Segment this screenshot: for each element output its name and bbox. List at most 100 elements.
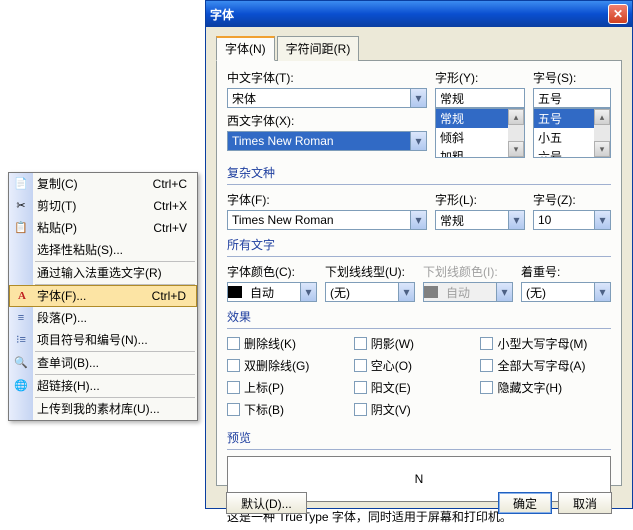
menu-label: 复制(C)	[37, 173, 78, 195]
scrollbar[interactable]: ▴▾	[508, 109, 524, 157]
scroll-up-icon[interactable]: ▴	[594, 109, 610, 125]
menu-hyperlink[interactable]: 🌐 超链接(H)...	[9, 375, 197, 397]
check-emboss[interactable]: 阳文(E)	[354, 379, 411, 396]
menu-font[interactable]: A 字体(F)... Ctrl+D	[9, 285, 197, 307]
all-text-group-title: 所有文字	[227, 236, 611, 253]
scroll-down-icon[interactable]: ▾	[508, 141, 524, 157]
check-label: 上标(P)	[244, 379, 284, 396]
menu-label: 字体(F)...	[37, 286, 86, 306]
tab-pane: 中文字体(T): 宋体▾ 西文字体(X): Times New Roman▾ 字…	[216, 61, 622, 486]
font-icon: A	[13, 287, 31, 305]
check-dstrike[interactable]: 双删除线(G)	[227, 357, 309, 374]
west-font-combo[interactable]: Times New Roman▾	[227, 131, 427, 151]
menu-cut[interactable]: ✂剪切(T)Ctrl+X	[9, 195, 197, 217]
scrollbar[interactable]: ▴▾	[594, 109, 610, 157]
menu-ime-reconvert[interactable]: 通过输入法重选文字(R)	[9, 262, 197, 284]
tab-font[interactable]: 字体(N)	[216, 36, 275, 61]
ok-button[interactable]: 确定	[498, 492, 552, 514]
menu-label: 超链接(H)...	[37, 375, 100, 397]
chevron-down-icon: ▾	[496, 283, 512, 301]
scroll-down-icon[interactable]: ▾	[594, 141, 610, 157]
group-separator	[227, 184, 611, 185]
checkbox-icon	[227, 403, 240, 416]
menu-paragraph[interactable]: ≡段落(P)...	[9, 307, 197, 329]
underline-combo[interactable]: (无)▾	[325, 282, 415, 302]
check-subscript[interactable]: 下标(B)	[227, 401, 284, 418]
font-color-label: 字体颜色(C):	[227, 263, 317, 280]
menu-upload[interactable]: 上传到我的素材库(U)...	[9, 398, 197, 420]
menu-lookup[interactable]: 🔍查单词(B)...	[9, 352, 197, 374]
west-font-label: 西文字体(X):	[227, 112, 427, 129]
check-hidden[interactable]: 隐藏文字(H)	[480, 379, 562, 396]
chevron-down-icon: ▾	[508, 211, 524, 229]
check-label: 双删除线(G)	[244, 357, 309, 374]
combo-value: 自动	[442, 284, 496, 301]
cancel-button[interactable]: 取消	[558, 492, 612, 514]
emphasis-label: 着重号:	[521, 263, 611, 280]
check-strike[interactable]: 删除线(K)	[227, 335, 296, 352]
cn-font-label: 中文字体(T):	[227, 69, 427, 86]
preview-group-title: 预览	[227, 429, 611, 446]
check-label: 空心(O)	[371, 357, 412, 374]
complex-font-label: 字体(F):	[227, 191, 427, 208]
complex-group-title: 复杂文种	[227, 164, 611, 181]
check-smallcaps[interactable]: 小型大写字母(M)	[480, 335, 587, 352]
check-label: 下标(B)	[244, 401, 284, 418]
chevron-down-icon: ▾	[410, 89, 426, 107]
checkbox-icon	[354, 337, 367, 350]
chevron-down-icon: ▾	[300, 283, 316, 301]
close-icon: ✕	[613, 7, 623, 21]
checkbox-icon	[354, 403, 367, 416]
combo-value: Times New Roman	[228, 134, 410, 148]
complex-style-combo[interactable]: 常规▾	[435, 210, 525, 230]
menu-label: 项目符号和编号(N)...	[37, 329, 148, 351]
close-button[interactable]: ✕	[608, 4, 628, 24]
checkbox-icon	[227, 381, 240, 394]
font-color-combo[interactable]: 自动▾	[227, 282, 317, 302]
cut-icon: ✂	[12, 197, 30, 215]
hyperlink-icon: 🌐	[12, 377, 30, 395]
tab-spacing[interactable]: 字符间距(R)	[277, 36, 360, 61]
menu-label: 上传到我的素材库(U)...	[37, 398, 160, 420]
check-label: 阴影(W)	[371, 335, 414, 352]
tab-strip: 字体(N) 字符间距(R)	[216, 35, 622, 61]
complex-size-label: 字号(Z):	[533, 191, 611, 208]
style-list[interactable]: 常规 倾斜 加粗 ▴▾	[435, 108, 525, 158]
emphasis-combo[interactable]: (无)▾	[521, 282, 611, 302]
menu-shortcut: Ctrl+V	[153, 217, 187, 239]
chevron-down-icon: ▾	[410, 132, 426, 150]
size-list[interactable]: 五号 小五 六号 ▴▾	[533, 108, 611, 158]
underline-color-label: 下划线颜色(I):	[423, 263, 513, 280]
combo-value: (无)	[522, 284, 594, 301]
check-allcaps[interactable]: 全部大写字母(A)	[480, 357, 585, 374]
combo-value: 常规	[436, 212, 508, 229]
combo-value: 常规	[436, 90, 524, 107]
check-superscript[interactable]: 上标(P)	[227, 379, 284, 396]
complex-font-combo[interactable]: Times New Roman▾	[227, 210, 427, 230]
menu-paste-special[interactable]: 选择性粘贴(S)...	[9, 239, 197, 261]
style-input[interactable]: 常规	[435, 88, 525, 108]
menu-shortcut: Ctrl+X	[153, 195, 187, 217]
default-button[interactable]: 默认(D)...	[226, 492, 307, 514]
titlebar: 字体 ✕	[206, 1, 632, 27]
complex-style-label: 字形(L):	[435, 191, 525, 208]
size-input[interactable]: 五号	[533, 88, 611, 108]
menu-copy[interactable]: 📄复制(C)Ctrl+C	[9, 173, 197, 195]
scroll-up-icon[interactable]: ▴	[508, 109, 524, 125]
combo-value: Times New Roman	[228, 213, 410, 227]
cn-font-combo[interactable]: 宋体▾	[227, 88, 427, 108]
paste-icon: 📋	[12, 219, 30, 237]
menu-paste[interactable]: 📋粘贴(P)Ctrl+V	[9, 217, 197, 239]
check-outline[interactable]: 空心(O)	[354, 357, 412, 374]
checkbox-icon	[227, 359, 240, 372]
check-engrave[interactable]: 阴文(V)	[354, 401, 411, 418]
menu-shortcut: Ctrl+D	[152, 286, 186, 306]
menu-bullets[interactable]: ⁝≡ 项目符号和编号(N)...	[9, 329, 197, 351]
complex-size-combo[interactable]: 10▾	[533, 210, 611, 230]
font-dialog: 字体 ✕ 字体(N) 字符间距(R) 中文字体(T): 宋体▾ 西文字体(X):…	[205, 0, 633, 509]
check-shadow[interactable]: 阴影(W)	[354, 335, 414, 352]
chevron-down-icon: ▾	[410, 211, 426, 229]
bullets-icon: ⁝≡	[12, 331, 30, 349]
combo-value: 自动	[246, 284, 300, 301]
checkbox-icon	[227, 337, 240, 350]
